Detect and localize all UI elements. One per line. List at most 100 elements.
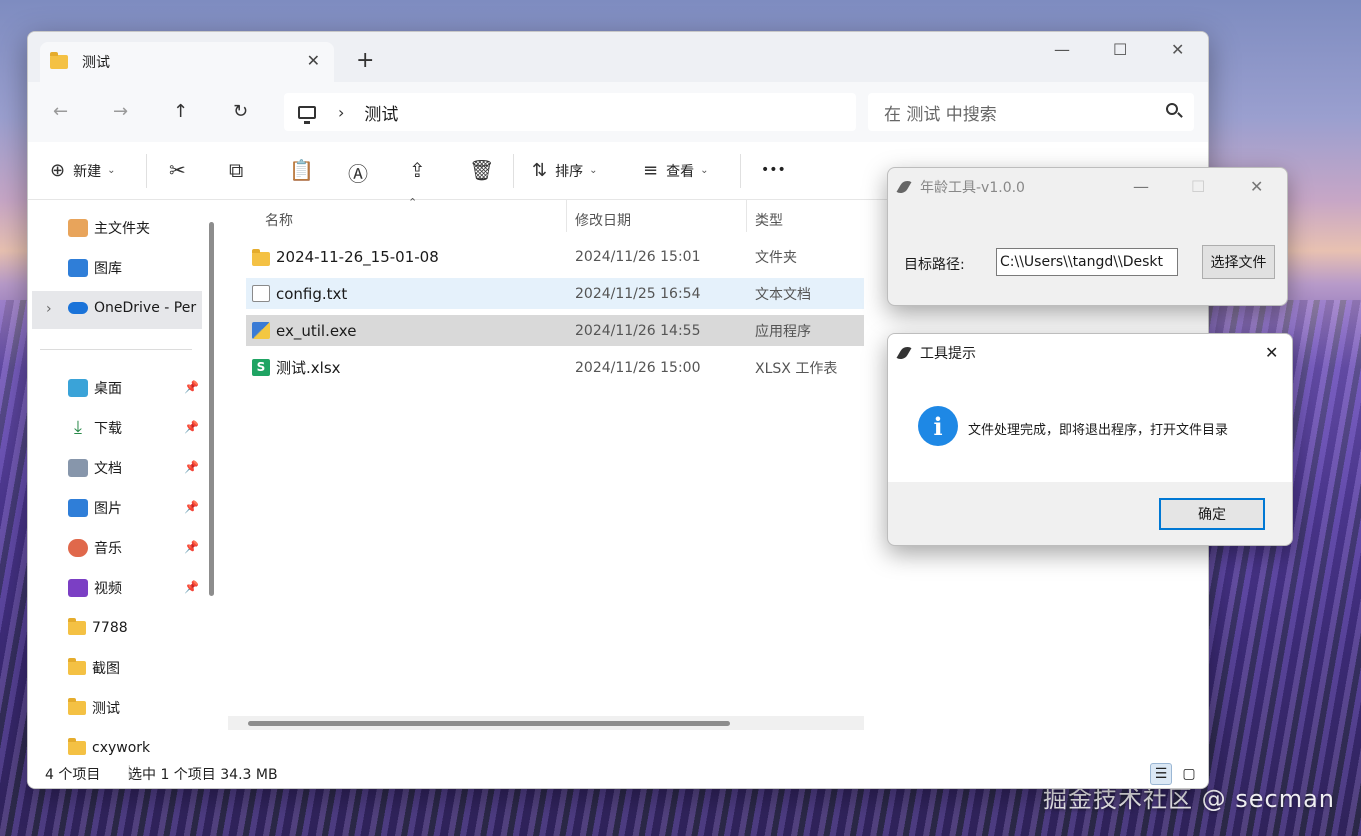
forward-button[interactable]: → [113, 101, 128, 122]
this-pc-icon [298, 105, 316, 124]
close-tab-button[interactable]: ✕ [307, 51, 320, 70]
breadcrumb-current[interactable]: 测试 [364, 100, 398, 125]
table-row[interactable]: 2024-11-26_15-01-08 2024/11/26 15:01 文件夹 [246, 241, 864, 272]
folder-icon [50, 52, 68, 69]
table-row[interactable]: S 测试.xlsx 2024/11/26 15:00 XLSX 工作表 [246, 352, 864, 383]
sidebar-item-label: OneDrive - Per [94, 300, 197, 316]
sidebar-item-documents[interactable]: 文档 [68, 456, 122, 480]
sidebar-item-desktop[interactable]: 桌面 [68, 376, 122, 400]
column-header-modified[interactable]: 修改日期 [575, 210, 631, 230]
target-path-input[interactable]: C:\\Users\\tangd\\Deskt [996, 248, 1178, 276]
refresh-button[interactable]: ↻ [233, 101, 248, 122]
title-bar: 测试 ✕ + — ☐ ✕ [28, 32, 1208, 82]
sidebar-item-label: 测试 [92, 701, 120, 717]
folder-icon [68, 618, 86, 635]
sort-ascending-icon: ⌃ [408, 196, 418, 209]
column-header-name[interactable]: 名称 [265, 210, 293, 230]
sidebar-item-label: 桌面 [94, 381, 122, 397]
info-icon: i [918, 406, 958, 446]
sidebar-divider [40, 349, 192, 350]
pin-icon[interactable]: 📌 [184, 580, 199, 594]
search-icon[interactable] [1166, 103, 1178, 115]
column-header-type[interactable]: 类型 [755, 210, 783, 230]
sidebar-item-7788[interactable]: 7788 [68, 616, 128, 640]
new-tab-button[interactable]: + [356, 50, 374, 72]
sort-button[interactable]: ⇅ 排序 ⌄ [532, 160, 597, 181]
search-input[interactable]: 在 测试 中搜索 [868, 93, 1194, 131]
choose-file-button[interactable]: 选择文件 [1202, 245, 1275, 279]
tiles-view-icon: ▢ [1182, 766, 1196, 782]
expand-chevron-icon[interactable]: › [46, 301, 52, 317]
pin-icon[interactable]: 📌 [184, 500, 199, 514]
minimize-button[interactable]: — [1054, 40, 1070, 59]
file-name: 测试.xlsx [276, 359, 341, 377]
sidebar-item-downloads[interactable]: ⤓ 下载 [68, 416, 122, 440]
sidebar-item-home[interactable]: 主文件夹 [68, 216, 150, 240]
pin-icon[interactable]: 📌 [184, 380, 199, 394]
maximize-button[interactable]: ☐ [1191, 177, 1205, 196]
table-row[interactable]: ex_util.exe 2024/11/26 14:55 应用程序 [246, 315, 864, 346]
sidebar-item-label: 文档 [94, 461, 122, 477]
folder-icon [68, 658, 86, 675]
scrollbar-thumb[interactable] [248, 721, 730, 726]
cut-icon[interactable]: ✂ [169, 158, 186, 182]
address-input[interactable]: › 测试 [284, 93, 856, 131]
file-type: 应用程序 [755, 323, 811, 340]
sidebar-item-pictures[interactable]: 图片 [68, 496, 122, 520]
sidebar-item-test[interactable]: 测试 [68, 696, 120, 720]
navigation-pane: › 主文件夹 图库 OneDrive - Per 桌面 📌 ⤓ 下载 📌 文档 … [28, 200, 220, 760]
minimize-button[interactable]: — [1133, 177, 1149, 196]
up-button[interactable]: ↑ [173, 101, 188, 122]
details-view-button[interactable]: ☰ [1150, 763, 1172, 785]
file-list: 名称 ⌃ 修改日期 类型 2024-11-26_15-01-08 2024/11… [228, 196, 868, 760]
pin-icon[interactable]: 📌 [184, 460, 199, 474]
sidebar-scrollbar[interactable] [209, 222, 214, 596]
sidebar-item-videos[interactable]: 视频 [68, 576, 122, 600]
window-title: 年龄工具-v1.0.0 [920, 180, 1025, 196]
copy-icon[interactable]: ⧉ [229, 158, 243, 182]
details-view-icon: ☰ [1154, 766, 1168, 782]
back-button[interactable]: ← [53, 101, 68, 122]
sidebar-item-gallery[interactable]: 图库 [68, 256, 122, 280]
sidebar-item-onedrive[interactable]: OneDrive - Per [68, 296, 196, 320]
file-modified: 2024/11/26 14:55 [575, 322, 701, 339]
chevron-down-icon: ⌄ [589, 165, 598, 176]
paste-icon[interactable]: 📋 [289, 158, 314, 182]
tab-current[interactable]: 测试 ✕ [40, 42, 334, 82]
pin-icon[interactable]: 📌 [184, 540, 199, 554]
exe-icon [252, 322, 270, 339]
folder-icon [68, 698, 86, 715]
close-window-button[interactable]: ✕ [1171, 40, 1184, 59]
sidebar-item-cxywork[interactable]: cxywork [68, 736, 150, 760]
sidebar-item-label: 7788 [92, 620, 128, 636]
document-icon [68, 459, 88, 477]
table-row[interactable]: config.txt 2024/11/25 16:54 文本文档 [246, 278, 864, 309]
folder-icon [252, 249, 270, 266]
address-bar-row: ← → ↑ ↻ › 测试 在 测试 中搜索 [28, 82, 1208, 142]
sidebar-item-label: 截图 [92, 661, 120, 677]
sort-label: 排序 [555, 163, 584, 180]
close-window-button[interactable]: ✕ [1250, 177, 1263, 196]
tiles-view-button[interactable]: ▢ [1178, 763, 1200, 785]
maximize-button[interactable]: ☐ [1113, 40, 1127, 59]
chevron-right-icon: › [338, 102, 345, 122]
sidebar-item-label: cxywork [92, 740, 151, 756]
close-dialog-button[interactable]: ✕ [1265, 343, 1278, 362]
column-divider[interactable] [746, 200, 747, 232]
horizontal-scrollbar[interactable] [228, 716, 864, 730]
rename-icon[interactable]: Ⓐ [348, 158, 368, 187]
view-button[interactable]: ≡ 查看 ⌄ [643, 160, 708, 181]
file-name: ex_util.exe [276, 321, 357, 340]
ok-button[interactable]: 确定 [1159, 498, 1265, 530]
share-icon[interactable]: ⇪ [409, 158, 426, 182]
sidebar-item-screenshots[interactable]: 截图 [68, 656, 120, 680]
pin-icon[interactable]: 📌 [184, 420, 199, 434]
title-bar: 工具提示 ✕ [888, 334, 1292, 372]
new-button[interactable]: ⊕ 新建 ⌄ [50, 160, 115, 181]
delete-icon[interactable]: 🗑 [469, 158, 494, 182]
sidebar-item-music[interactable]: 音乐 [68, 536, 122, 560]
column-divider[interactable] [566, 200, 567, 232]
more-options-button[interactable]: ••• [761, 162, 786, 178]
message-dialog: 工具提示 ✕ i 文件处理完成，即将退出程序，打开文件目录 确定 [887, 333, 1293, 546]
age-tool-window: 年龄工具-v1.0.0 — ☐ ✕ 目标路径: C:\\Users\\tangd… [887, 167, 1288, 306]
